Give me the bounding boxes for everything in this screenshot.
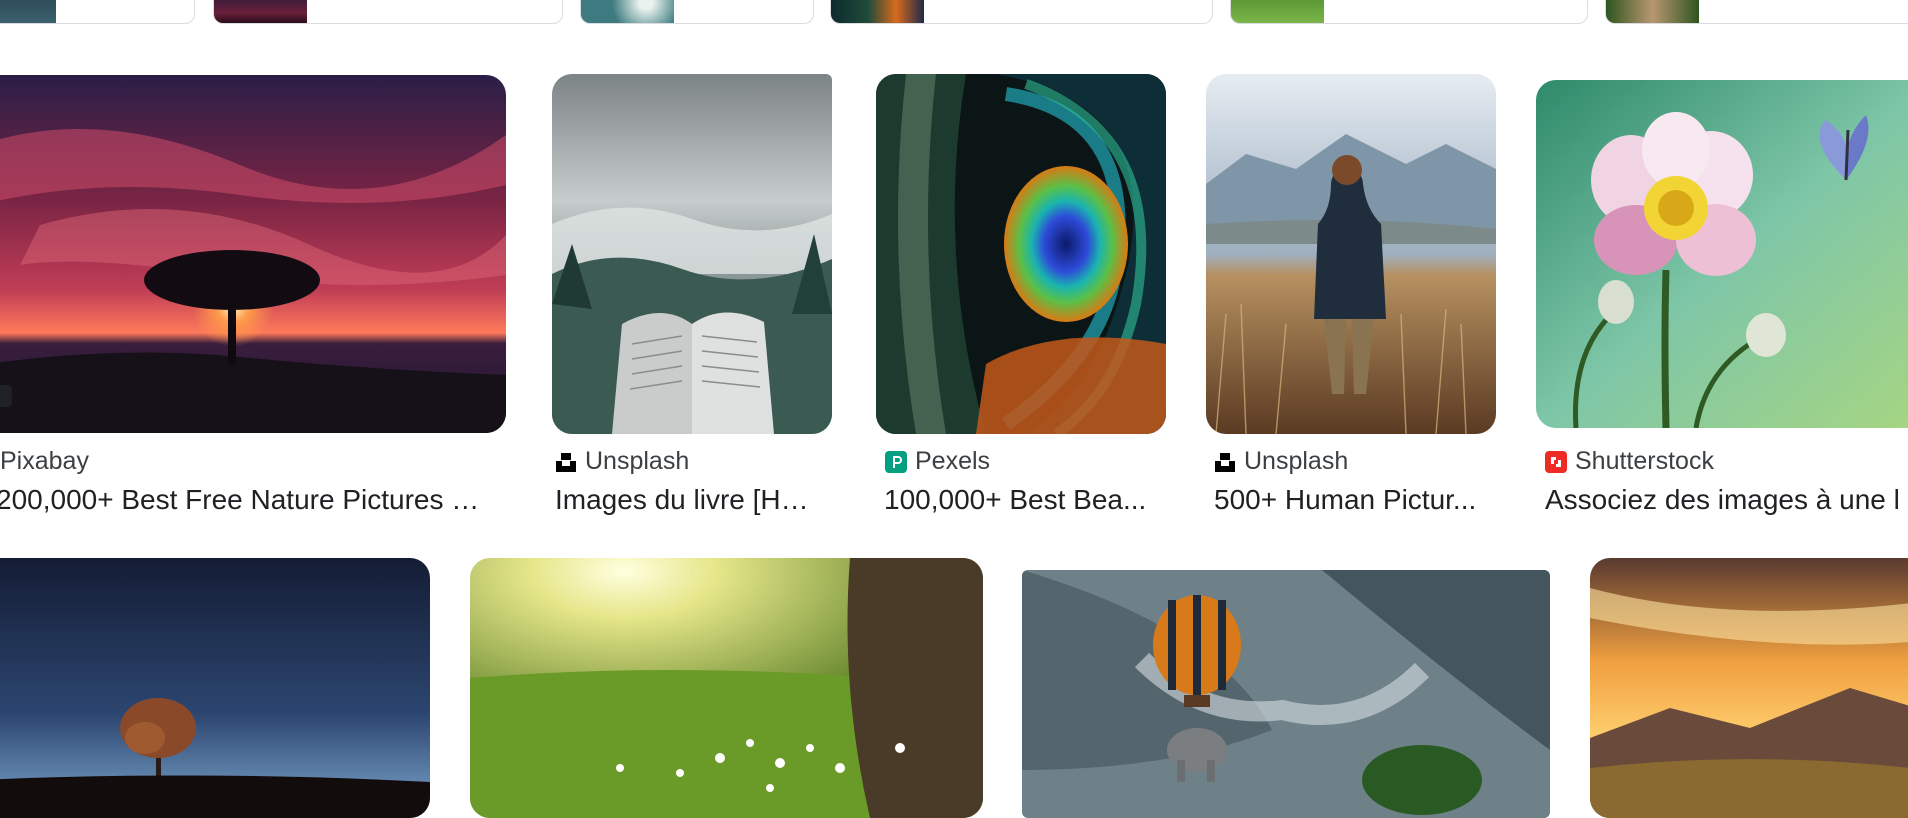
pexels-icon	[885, 450, 907, 473]
related-chip[interactable]	[580, 0, 814, 24]
result-image-man-in-field[interactable]	[1206, 74, 1496, 434]
chip-thumbnail	[581, 0, 674, 23]
result-title[interactable]: Images du livre [HQ...	[555, 484, 825, 516]
related-chip[interactable]	[1605, 0, 1908, 24]
source-name: Pixabay	[0, 447, 89, 475]
result-image-sunny-meadow[interactable]	[470, 558, 983, 818]
result-image-mountain-sunset[interactable]	[1590, 558, 1908, 818]
image-badge-icon	[0, 385, 12, 407]
result-image-tree-sunset[interactable]	[0, 75, 506, 433]
result-source[interactable]: Unsplash	[1214, 447, 1348, 476]
shutterstock-icon	[1545, 450, 1567, 473]
result-source[interactable]: Unsplash	[555, 447, 689, 476]
result-title[interactable]: 500+ Human Pictur...	[1214, 484, 1494, 516]
chip-thumbnail	[1606, 0, 1699, 23]
related-chip[interactable]	[213, 0, 563, 24]
source-name: Unsplash	[585, 447, 690, 475]
related-chip[interactable]	[0, 0, 195, 24]
related-chip[interactable]	[830, 0, 1213, 24]
result-title[interactable]: Associez des images à une l	[1545, 484, 1908, 516]
result-image-flower-butterfly[interactable]	[1536, 80, 1908, 428]
unsplash-icon	[1215, 452, 1235, 472]
source-name: Unsplash	[1244, 447, 1349, 475]
result-image-tree-night[interactable]	[0, 558, 430, 818]
result-title[interactable]: 100,000+ Best Bea...	[884, 484, 1164, 516]
result-source[interactable]: Shutterstock	[1545, 447, 1714, 476]
result-image-peacock-feather[interactable]	[876, 74, 1166, 434]
unsplash-icon	[556, 452, 576, 472]
result-source[interactable]: Pexels	[885, 447, 990, 476]
chip-thumbnail	[214, 0, 307, 23]
result-image-balloon-elephant[interactable]	[1022, 570, 1550, 818]
result-image-book-forest[interactable]	[552, 74, 832, 434]
chip-thumbnail	[1231, 0, 1324, 23]
chip-thumbnail	[831, 0, 924, 23]
source-name: Shutterstock	[1575, 447, 1714, 475]
result-source[interactable]: Pixabay	[0, 447, 89, 476]
source-name: Pexels	[915, 447, 991, 475]
result-title[interactable]: 200,000+ Best Free Nature Pictures & ...	[0, 484, 496, 516]
chip-thumbnail	[0, 0, 56, 23]
related-chip[interactable]	[1230, 0, 1588, 24]
